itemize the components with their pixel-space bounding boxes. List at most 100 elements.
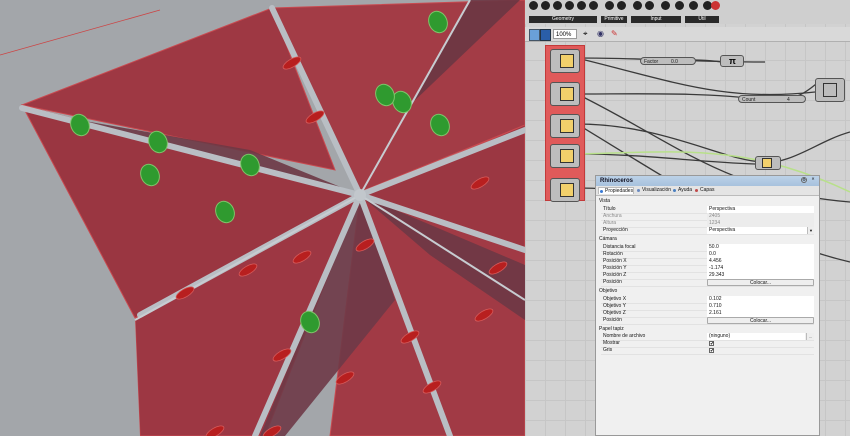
row-value[interactable]: Perspectiva	[707, 206, 814, 213]
row-value[interactable]: (ninguno)	[707, 333, 805, 340]
properties-icon	[600, 190, 603, 193]
row-value[interactable]: 0.710	[707, 303, 814, 310]
section-camara: Cámara	[599, 236, 617, 242]
slider-label: Count	[742, 97, 756, 103]
ribbon-group-geometry[interactable]: Geometry	[529, 16, 597, 23]
row-value[interactable]: 0.0	[707, 251, 814, 258]
ribbon-group-util[interactable]: Util	[685, 16, 719, 23]
ribbon-group-primitive[interactable]: Primitive	[601, 16, 627, 23]
close-icon[interactable]: ✕	[810, 177, 816, 183]
slider-value: 4	[787, 97, 790, 103]
row-key: Posición X	[603, 258, 627, 264]
row-proyeccion[interactable]: Proyección Perspectiva ▼	[601, 227, 814, 235]
row-key: Mostrar	[603, 340, 620, 346]
component-icon[interactable]	[711, 1, 720, 10]
component-icon[interactable]	[661, 1, 670, 10]
background-wedge	[0, 318, 140, 436]
row-value[interactable]: 29.343	[707, 272, 814, 279]
component-icon[interactable]	[617, 1, 626, 10]
display-icon	[637, 189, 640, 192]
gear-icon[interactable]: ⚙	[801, 177, 807, 183]
browse-button[interactable]: ...	[806, 333, 814, 340]
panel-title: Rhinoceros	[596, 176, 819, 186]
component-4[interactable]	[550, 144, 580, 168]
zoom-field[interactable]: 100%	[553, 29, 577, 39]
row-key: Posición Z	[603, 272, 627, 278]
row-key: Objetivo Y	[603, 303, 626, 309]
gray-checkbox[interactable]: ✔	[709, 348, 714, 354]
preview-eye-icon[interactable]: ◉	[597, 29, 607, 39]
construction-line	[0, 9, 161, 56]
row-value[interactable]: -1.174	[707, 265, 814, 272]
tab-visualizacion[interactable]: Visualización	[636, 187, 672, 194]
section-papel-tapiz: Papel tapiz	[599, 326, 624, 332]
row-key: Nombre de archivo	[603, 333, 646, 339]
projection-select[interactable]: Perspectiva	[707, 227, 814, 234]
row-value[interactable]: 4.456	[707, 258, 814, 265]
section-objetivo: Objetivo	[599, 288, 618, 294]
row-key: Título	[603, 206, 616, 212]
construct-component[interactable]	[815, 78, 845, 102]
row-value[interactable]: 0.102	[707, 296, 814, 303]
canvas-toolbar: 100% ⌖ ◉ ✎	[525, 27, 850, 42]
component-icon[interactable]	[565, 1, 574, 10]
row-value[interactable]: 2.161	[707, 310, 814, 317]
rhino-viewport[interactable]	[0, 0, 525, 436]
row-key: Proyección	[603, 227, 628, 233]
section-vista: Vista	[599, 198, 611, 204]
row-key: Altura	[603, 220, 617, 226]
pi-component[interactable]: π	[720, 55, 744, 67]
tab-ayuda[interactable]: Ayuda	[672, 187, 694, 194]
component-icon[interactable]	[605, 1, 614, 10]
component-2[interactable]	[550, 82, 580, 106]
chevron-down-icon[interactable]: ▼	[807, 227, 814, 234]
row-key: Gris	[603, 347, 613, 353]
row-key: Distancia focal	[603, 244, 636, 250]
row-gris[interactable]: Gris ✔	[601, 347, 814, 355]
component-icon[interactable]	[589, 1, 598, 10]
show-checkbox[interactable]: ✔	[709, 341, 714, 347]
tab-label: Visualización	[642, 187, 672, 193]
pi-label: π	[729, 56, 736, 66]
zoom-extents-icon[interactable]: ⌖	[583, 29, 593, 39]
count-slider[interactable]: Count 4	[738, 95, 806, 103]
component-5[interactable]	[550, 178, 580, 202]
component-icon[interactable]	[577, 1, 586, 10]
component-icon[interactable]	[553, 1, 562, 10]
component-icon[interactable]	[529, 1, 538, 10]
tab-propiedades[interactable]: Propiedades	[598, 187, 634, 194]
row-objetivo-posicion: Posición Colocar...	[601, 317, 814, 325]
rhino-properties-panel: Rhinoceros ⚙ ✕ Propiedades Visualización…	[595, 175, 820, 436]
row-key: Rotación	[603, 251, 623, 257]
component-icon[interactable]	[633, 1, 642, 10]
place-camera-button[interactable]: Colocar...	[707, 279, 814, 286]
save-file-icon[interactable]	[540, 29, 551, 41]
row-key: Posición Y	[603, 265, 627, 271]
component-3[interactable]	[550, 114, 580, 138]
component-icon[interactable]	[675, 1, 684, 10]
component-icon[interactable]	[689, 1, 698, 10]
sketch-pen-icon[interactable]: ✎	[611, 29, 621, 39]
place-target-button[interactable]: Colocar...	[707, 317, 814, 324]
open-file-icon[interactable]	[529, 29, 540, 41]
factor-slider[interactable]: Factor 0.0	[640, 57, 696, 65]
tab-label: Ayuda	[678, 187, 693, 193]
row-value[interactable]: 50.0	[707, 244, 814, 251]
row-key: Objetivo Z	[603, 310, 626, 316]
tab-label: Capas	[700, 187, 715, 193]
slider-label: Factor	[644, 59, 659, 65]
component-icon[interactable]	[541, 1, 550, 10]
help-icon	[673, 189, 676, 192]
component-ribbon: Geometry Primitive Input Util	[525, 0, 850, 24]
series-component[interactable]	[755, 156, 781, 170]
center-node	[354, 189, 366, 201]
row-value: 2405	[707, 213, 814, 220]
component-icon[interactable]	[645, 1, 654, 10]
panel-tabs: Propiedades Visualización Ayuda Capas	[596, 186, 819, 196]
ribbon-group-input[interactable]: Input	[631, 16, 681, 23]
layers-icon	[695, 189, 698, 192]
row-value: 1234	[707, 220, 814, 227]
row-key: Anchura	[603, 213, 622, 219]
component-1[interactable]	[550, 49, 580, 73]
tab-capas[interactable]: Capas	[694, 187, 716, 194]
